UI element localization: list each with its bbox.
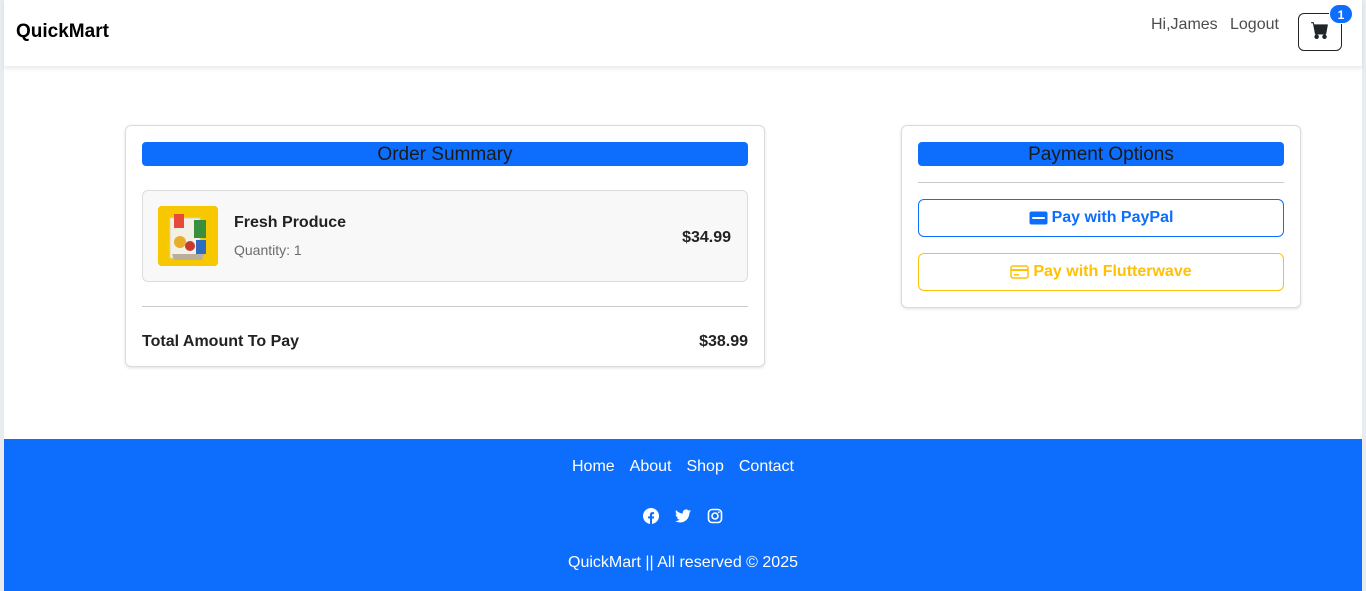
social-links — [4, 508, 1362, 524]
total-label: Total Amount To Pay — [142, 333, 300, 350]
order-summary-card: Order Summary Fresh Produce Quantity: 1 … — [125, 125, 765, 367]
user-greeting-link[interactable]: Hi,James — [1151, 16, 1218, 34]
footer-link-home[interactable]: Home — [572, 458, 615, 476]
total-value: $38.99 — [699, 333, 748, 350]
payment-options-card: Payment Options Pay with PayPal Pay with… — [901, 125, 1301, 308]
pay-with-flutterwave-button[interactable]: Pay with Flutterwave — [918, 253, 1284, 291]
grocery-bag-image — [158, 206, 218, 266]
footer: Home About Shop Contact QuickMart || All… — [4, 439, 1362, 591]
payment-divider — [918, 182, 1284, 183]
copyright-text: QuickMart || All reserved © 2025 — [568, 554, 798, 571]
footer-link-contact[interactable]: Contact — [739, 458, 794, 476]
cart-count-badge: 1 — [1329, 4, 1353, 24]
facebook-icon[interactable] — [643, 508, 659, 524]
paypal-button-label: Pay with PayPal — [1051, 209, 1174, 226]
twitter-icon[interactable] — [675, 508, 691, 524]
flutterwave-button-label: Pay with Flutterwave — [1033, 263, 1192, 280]
logout-link[interactable]: Logout — [1230, 16, 1279, 34]
order-divider — [142, 306, 748, 307]
instagram-icon[interactable] — [707, 508, 723, 524]
footer-link-shop[interactable]: Shop — [686, 458, 723, 476]
order-item: Fresh Produce Quantity: 1 $34.99 — [142, 190, 748, 282]
item-price: $34.99 — [682, 229, 731, 246]
page-frame-right — [1362, 0, 1366, 591]
footer-nav: Home About Shop Contact — [4, 458, 1362, 476]
brand-logo[interactable]: QuickMart — [16, 21, 109, 43]
item-name: Fresh Produce — [234, 214, 347, 231]
navbar: QuickMart Hi,James Logout 1 — [4, 0, 1362, 67]
item-quantity: Quantity: 1 — [234, 242, 302, 258]
pay-with-paypal-button[interactable]: Pay with PayPal — [918, 199, 1284, 237]
order-summary-title: Order Summary — [142, 142, 748, 166]
footer-link-about[interactable]: About — [630, 458, 672, 476]
shopping-cart-icon — [1311, 21, 1329, 44]
paypal-icon — [1029, 211, 1048, 225]
credit-card-icon — [1010, 265, 1030, 279]
payment-options-title: Payment Options — [918, 142, 1284, 166]
